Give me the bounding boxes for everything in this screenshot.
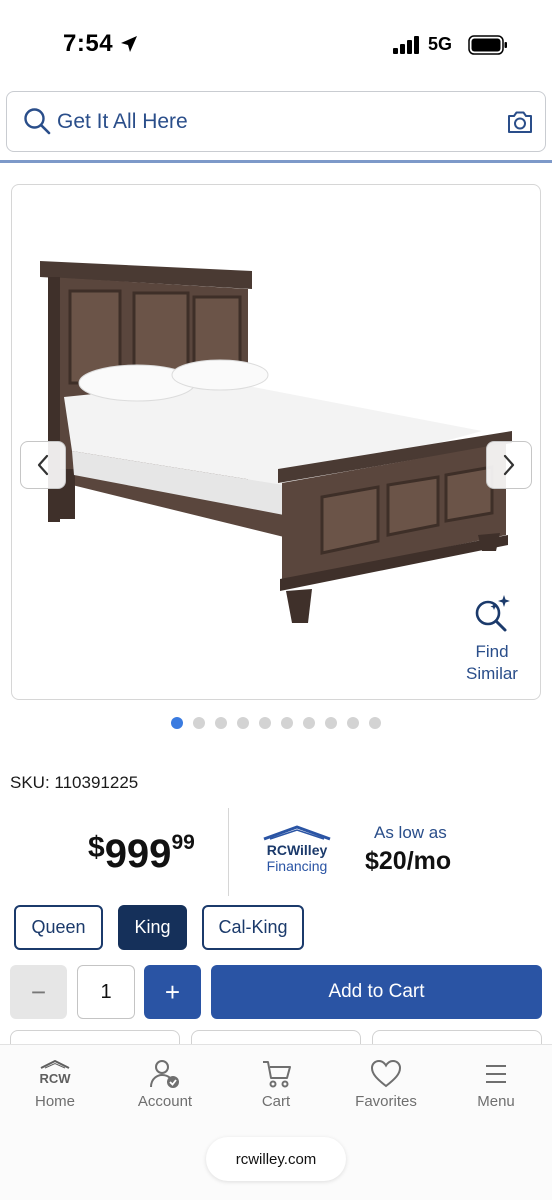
status-time: 7:54 (63, 30, 114, 57)
pagination-dot-active[interactable] (171, 717, 183, 729)
camera-icon[interactable] (506, 109, 534, 135)
pagination-dot[interactable] (237, 717, 249, 729)
nav-account[interactable]: Account (117, 1059, 213, 1110)
nav-home[interactable]: RCW Home (7, 1059, 103, 1110)
pagination-dot[interactable] (193, 717, 205, 729)
size-option-king[interactable]: King (118, 905, 187, 950)
rcw-logo-text: RCW (39, 1071, 71, 1086)
price-divider (228, 808, 229, 896)
pagination-dot[interactable] (281, 717, 293, 729)
search-input[interactable]: Get It All Here (57, 110, 188, 134)
prev-image-button[interactable] (20, 441, 66, 489)
chevron-left-icon (37, 454, 49, 476)
battery-icon (468, 35, 507, 55)
pagination-dot[interactable] (215, 717, 227, 729)
price-dollars: 999 (104, 832, 172, 876)
pagination-dot[interactable] (347, 717, 359, 729)
product-gallery[interactable]: Find Similar (11, 184, 541, 700)
browser-url-bar[interactable]: rcwilley.com (206, 1137, 346, 1181)
nav-account-label: Account (137, 1093, 193, 1110)
financing-monthly-amount[interactable]: $20/mo (365, 847, 451, 876)
price-cents: 99 (171, 831, 195, 854)
signal-bars-icon (393, 36, 419, 54)
status-bar: 7:54 5G (0, 0, 552, 86)
find-similar-button[interactable]: Find Similar (452, 591, 532, 685)
find-similar-label-1: Find (475, 642, 509, 661)
nav-menu-label: Menu (477, 1093, 515, 1110)
financing-logo-brand: RCWilley (267, 842, 328, 858)
location-arrow-icon (121, 36, 137, 52)
rcwilley-financing-logo[interactable]: RCWilley Financing (258, 825, 336, 877)
heart-icon (370, 1059, 402, 1088)
quantity-input[interactable]: 1 (77, 965, 135, 1019)
nav-menu[interactable]: Menu (448, 1059, 544, 1110)
cart-icon (263, 1061, 291, 1088)
account-icon (150, 1060, 179, 1088)
magnifier-sparkle-icon (475, 595, 510, 632)
nav-cart[interactable]: Cart (228, 1059, 324, 1110)
search-icon[interactable] (23, 107, 51, 135)
menu-icon (486, 1065, 506, 1083)
product-sku: SKU: 110391225 (10, 773, 139, 792)
find-similar-label-2: Similar (466, 664, 518, 683)
size-option-cal-king[interactable]: Cal-King (202, 905, 304, 950)
chevron-right-icon (503, 454, 515, 476)
pagination-dot[interactable] (259, 717, 271, 729)
product-price: $99999 (88, 831, 195, 877)
bottom-navigation: RCW Home Account Cart Favorites Menu rcw… (0, 1044, 552, 1200)
quantity-decrease-button[interactable]: − (10, 965, 67, 1019)
rcw-home-icon: RCW (39, 1060, 71, 1086)
search-bar[interactable]: Get It All Here (6, 91, 546, 152)
pagination-dot[interactable] (303, 717, 315, 729)
quantity-increase-button[interactable]: + (144, 965, 201, 1019)
nav-cart-label: Cart (261, 1093, 291, 1110)
price-currency: $ (88, 831, 105, 864)
header-divider (0, 160, 552, 163)
next-image-button[interactable] (486, 441, 532, 489)
nav-home-label: Home (34, 1093, 75, 1110)
network-type: 5G (428, 34, 453, 54)
add-to-cart-button[interactable]: Add to Cart (211, 965, 542, 1019)
gallery-pagination[interactable] (171, 717, 381, 729)
size-option-queen[interactable]: Queen (14, 905, 103, 950)
nav-favorites[interactable]: Favorites (338, 1059, 434, 1110)
nav-favorites-label: Favorites (355, 1093, 417, 1110)
financing-as-low-label[interactable]: As low as (374, 823, 447, 843)
pagination-dot[interactable] (369, 717, 381, 729)
pagination-dot[interactable] (325, 717, 337, 729)
financing-logo-label: Financing (267, 858, 328, 874)
